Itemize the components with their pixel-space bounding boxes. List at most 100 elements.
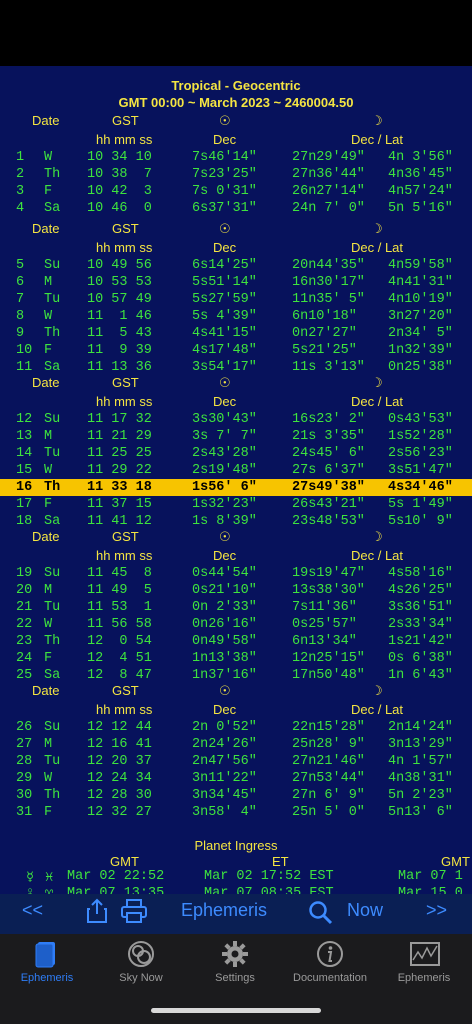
table-row[interactable]: 19 Su 11 45 8 0s44'54" 19s19'47" 4s58'16" bbox=[0, 565, 472, 582]
cell-moon: 27n 6' 9" bbox=[292, 788, 365, 803]
cell-moon: 25n28' 9" bbox=[292, 737, 365, 752]
table-row[interactable]: 7 Tu 10 57 49 5s27'59" 11n35' 5" 4n10'19" bbox=[0, 291, 472, 308]
cell-moon: 22n15'28" bbox=[292, 720, 365, 735]
cell-lat: 5n 5'16" bbox=[388, 201, 453, 216]
cell-gst: 12 32 27 bbox=[87, 805, 152, 820]
ingress-row: ☿ ♓ Mar 02 22:52 Mar 02 17:52 EST Mar 07… bbox=[26, 869, 463, 886]
graph-icon bbox=[410, 940, 440, 968]
cell-gst: 11 53 1 bbox=[87, 600, 152, 615]
cell-day: 19 bbox=[16, 566, 33, 581]
table-row[interactable]: 20 M 11 49 5 0s21'10" 13s38'30" 4s26'25" bbox=[0, 582, 472, 599]
cell-gst: 11 45 8 bbox=[87, 566, 152, 581]
block-header: Date GST ☉ ☽ bbox=[0, 113, 472, 130]
cell-day: 15 bbox=[16, 463, 33, 478]
table-row[interactable]: 10 F 11 9 39 4s17'48" 5s21'25" 1n32'39" bbox=[0, 342, 472, 359]
page-title: Tropical - Geocentric bbox=[171, 78, 301, 93]
gst-header: GST bbox=[112, 375, 139, 390]
cell-wd: Su bbox=[44, 566, 61, 581]
cell-lat: 4n 3'56" bbox=[388, 150, 453, 165]
table-row[interactable]: 23 Th 12 0 54 0n49'58" 6n13'34" 1s21'42" bbox=[0, 633, 472, 650]
cell-moon: 0n27'27" bbox=[292, 326, 357, 341]
table-row[interactable]: 22 W 11 56 58 0n26'16" 0s25'57" 2s33'34" bbox=[0, 616, 472, 633]
cell-day: 18 bbox=[16, 514, 33, 529]
table-row[interactable]: 13 M 11 21 29 3s 7' 7" 21s 3'35" 1s52'28" bbox=[0, 428, 472, 445]
cell-moon: 27n29'49" bbox=[292, 150, 365, 165]
dec-lat-header: Dec / Lat bbox=[351, 548, 404, 563]
tab-ephemeris[interactable]: Ephemeris bbox=[0, 934, 94, 994]
block-header: Date GST ☉ ☽ bbox=[0, 529, 472, 546]
cell-lat: 0s 6'38" bbox=[388, 651, 453, 666]
table-row[interactable]: 11 Sa 11 13 36 3s54'17" 11s 3'13" 0n25'38" bbox=[0, 359, 472, 376]
cell-gst: 11 13 36 bbox=[87, 360, 152, 375]
table-row[interactable]: 27 M 12 16 41 2n24'26" 25n28' 9" 3n13'29" bbox=[0, 736, 472, 753]
cell-day: 31 bbox=[16, 805, 33, 820]
cell-sun: 0s21'10" bbox=[192, 583, 257, 598]
dec-header: Dec bbox=[213, 548, 237, 563]
table-row[interactable]: 15 W 11 29 22 2s19'48" 27s 6'37" 3s51'47" bbox=[0, 462, 472, 479]
hms-header: hh mm ss bbox=[96, 548, 153, 563]
cell-sun: 2s43'28" bbox=[192, 446, 257, 461]
table-row[interactable]: 17 F 11 37 15 1s32'23" 26s43'21" 5s 1'49" bbox=[0, 496, 472, 513]
tab-settings[interactable]: Settings bbox=[188, 934, 282, 994]
table-row[interactable]: 21 Tu 11 53 1 0n 2'33" 7s11'36" 3s36'51" bbox=[0, 599, 472, 616]
table-row[interactable]: 31 F 12 32 27 3n58' 4" 25n 5' 0" 5n13' 6" bbox=[0, 804, 472, 821]
now-button[interactable]: Now bbox=[347, 900, 383, 921]
cell-sun: 4s41'15" bbox=[192, 326, 257, 341]
cell-day: 14 bbox=[16, 446, 33, 461]
cell-wd: Th bbox=[44, 634, 61, 649]
cell-moon: 0s25'57" bbox=[292, 617, 357, 632]
table-row[interactable]: 18 Sa 11 41 12 1s 8'39" 23s48'53" 5s10' 9" bbox=[0, 513, 472, 530]
table-row[interactable]: 6 M 10 53 53 5s51'14" 16n30'17" 4n41'31" bbox=[0, 274, 472, 291]
cell-sun: 3s54'17" bbox=[192, 360, 257, 375]
table-row[interactable]: 28 Tu 12 20 37 2n47'56" 27n21'46" 4n 1'57" bbox=[0, 753, 472, 770]
cell-gst: 11 1 46 bbox=[87, 309, 152, 324]
table-row[interactable]: 5 Su 10 49 56 6s14'25" 20n44'35" 4n59'58" bbox=[0, 257, 472, 274]
table-row[interactable]: 2 Th 10 38 7 7s23'25" 27n36'44" 4n36'45" bbox=[0, 166, 472, 183]
prev-button[interactable]: << bbox=[22, 900, 43, 921]
cell-moon: 25n 5' 0" bbox=[292, 805, 365, 820]
cell-lat: 0n25'38" bbox=[388, 360, 453, 375]
cell-wd: F bbox=[44, 805, 53, 820]
print-icon[interactable] bbox=[120, 898, 148, 929]
ephemeris-table[interactable]: Tropical - Geocentric GMT 00:00 ~ March … bbox=[0, 66, 472, 894]
cell-day: 22 bbox=[16, 617, 33, 632]
table-row[interactable]: 8 W 11 1 46 5s 4'39" 6n10'18" 3n27'20" bbox=[0, 308, 472, 325]
cell-lat: 4n41'31" bbox=[388, 275, 453, 290]
cell-day: 23 bbox=[16, 634, 33, 649]
cell-gst: 11 25 25 bbox=[87, 446, 152, 461]
table-row[interactable]: 4 Sa 10 46 0 6s37'31" 24n 7' 0" 5n 5'16" bbox=[0, 200, 472, 217]
page-subtitle: GMT 00:00 ~ March 2023 ~ 2460004.50 bbox=[118, 95, 354, 110]
table-row[interactable]: 26 Su 12 12 44 2n 0'52" 22n15'28" 2n14'24" bbox=[0, 719, 472, 736]
tab-ephemeris-graph[interactable]: Ephemeris bbox=[377, 934, 471, 994]
table-row-selected[interactable]: 16 Th 11 33 18 1s56' 6" 27s49'38" 4s34'46" bbox=[0, 479, 472, 496]
table-row[interactable]: 29 W 12 24 34 3n11'22" 27n53'44" 4n38'31" bbox=[0, 770, 472, 787]
cell-lat: 4s34'46" bbox=[388, 480, 453, 495]
search-icon[interactable] bbox=[308, 900, 334, 931]
cell-gst: 10 38 7 bbox=[87, 167, 152, 182]
cell-sun: 3n34'45" bbox=[192, 788, 257, 803]
cell-moon: 27s49'38" bbox=[292, 480, 365, 495]
tab-sky-now[interactable]: Sky Now bbox=[94, 934, 188, 994]
share-icon[interactable] bbox=[86, 898, 108, 929]
table-row[interactable]: 14 Tu 11 25 25 2s43'28" 24s45' 6" 2s56'23" bbox=[0, 445, 472, 462]
cell-moon: 13s38'30" bbox=[292, 583, 365, 598]
table-row[interactable]: 9 Th 11 5 43 4s41'15" 0n27'27" 2n34' 5" bbox=[0, 325, 472, 342]
cell-lat: 5s 1'49" bbox=[388, 497, 453, 512]
cell-lat: 2n34' 5" bbox=[388, 326, 453, 341]
cell-day: 17 bbox=[16, 497, 33, 512]
ingress-gmt2-header: GMT bbox=[441, 854, 470, 869]
table-row[interactable]: 24 F 12 4 51 1n13'38" 12n25'15" 0s 6'38" bbox=[0, 650, 472, 667]
next-button[interactable]: >> bbox=[426, 900, 447, 921]
table-row[interactable]: 3 F 10 42 3 7s 0'31" 26n27'14" 4n57'24" bbox=[0, 183, 472, 200]
cell-wd: Tu bbox=[44, 754, 61, 769]
table-row[interactable]: 1 W 10 34 10 7s46'14" 27n29'49" 4n 3'56" bbox=[0, 149, 472, 166]
block-header: Date GST ☉ ☽ bbox=[0, 221, 472, 238]
cell-wd: Th bbox=[44, 788, 61, 803]
table-row[interactable]: 30 Th 12 28 30 3n34'45" 27n 6' 9" 5n 2'23" bbox=[0, 787, 472, 804]
tab-documentation[interactable]: Documentation bbox=[283, 934, 377, 994]
table-row[interactable]: 12 Su 11 17 32 3s30'43" 16s23' 2" 0s43'53" bbox=[0, 411, 472, 428]
cell-sun: 4s17'48" bbox=[192, 343, 257, 358]
table-row[interactable]: 25 Sa 12 8 47 1n37'16" 17n50'48" 1n 6'43" bbox=[0, 667, 472, 684]
cell-gst: 10 34 10 bbox=[87, 150, 152, 165]
ephemeris-title-button[interactable]: Ephemeris bbox=[181, 900, 267, 921]
